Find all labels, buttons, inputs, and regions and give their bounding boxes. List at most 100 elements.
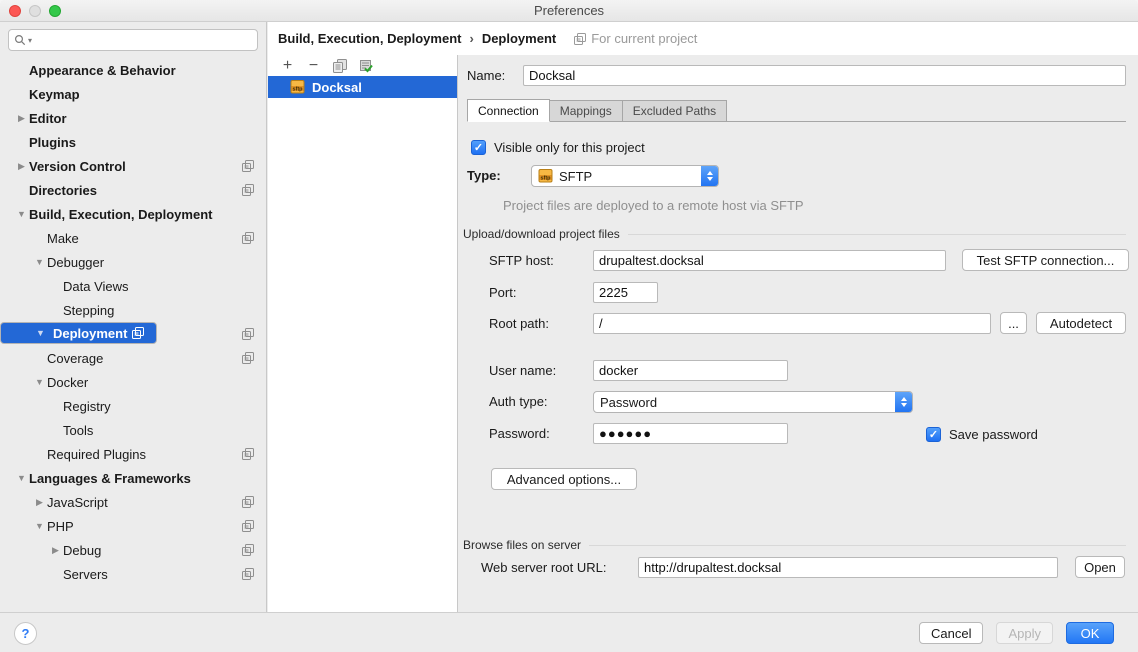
cancel-button[interactable]: Cancel: [919, 622, 983, 644]
scope-label: For current project: [591, 31, 697, 46]
chevron-collapsed-icon[interactable]: ▶: [14, 113, 29, 124]
use-as-default-icon[interactable]: [358, 58, 373, 73]
sidebar-item-debugger[interactable]: ▼Debugger: [0, 250, 266, 274]
save-password-checkbox[interactable]: ✓: [926, 427, 941, 442]
autodetect-button[interactable]: Autodetect: [1036, 312, 1126, 334]
advanced-options-button[interactable]: Advanced options...: [491, 468, 637, 490]
auth-type-label: Auth type:: [489, 391, 548, 413]
remove-server-icon[interactable]: −: [306, 58, 321, 73]
project-settings-icon: [242, 160, 254, 172]
sidebar-item-required-plugins[interactable]: Required Plugins: [0, 442, 266, 466]
type-select[interactable]: sftp SFTP: [531, 165, 719, 187]
upload-section-header: Upload/download project files: [463, 227, 1126, 241]
chevron-expanded-icon[interactable]: ▼: [14, 209, 29, 219]
root-path-input[interactable]: [593, 313, 991, 334]
sidebar-item-keymap[interactable]: Keymap: [0, 82, 266, 106]
sidebar-item-appearance-behavior[interactable]: Appearance & Behavior: [0, 58, 266, 82]
test-sftp-connection-button[interactable]: Test SFTP connection...: [962, 249, 1129, 271]
sftp-file-icon: sftp: [290, 80, 306, 94]
web-root-url-label: Web server root URL:: [481, 557, 606, 579]
chevron-expanded-icon[interactable]: ▼: [14, 473, 29, 483]
chevron-collapsed-icon[interactable]: ▶: [32, 497, 47, 508]
sidebar-item-build-execution-deployment[interactable]: ▼Build, Execution, Deployment: [0, 202, 266, 226]
chevron-expanded-icon[interactable]: ▼: [33, 328, 48, 338]
add-server-icon[interactable]: +: [280, 58, 295, 73]
visible-only-label: Visible only for this project: [494, 140, 645, 155]
user-name-input[interactable]: [593, 360, 788, 381]
chevron-collapsed-icon[interactable]: ▶: [14, 161, 29, 172]
sidebar-item-debug[interactable]: ▶Debug: [0, 538, 266, 562]
copy-server-icon[interactable]: [332, 58, 347, 73]
search-icon: [14, 34, 27, 47]
sidebar-item-coverage[interactable]: Coverage: [0, 346, 266, 370]
sidebar-item-deployment[interactable]: ▼Deployment: [0, 322, 157, 344]
section-rule: [628, 234, 1126, 235]
sidebar-item-editor[interactable]: ▶Editor: [0, 106, 266, 130]
auth-type-select[interactable]: Password: [593, 391, 913, 413]
scope-indicator: For current project: [574, 31, 697, 46]
checkmark-icon: ✓: [474, 141, 483, 154]
sidebar-item-make[interactable]: Make: [0, 226, 266, 250]
browse-root-path-button[interactable]: ...: [1000, 312, 1027, 334]
sidebar-item-directories[interactable]: Directories: [0, 178, 266, 202]
sidebar-item-registry[interactable]: Registry: [0, 394, 266, 418]
titlebar: Preferences: [0, 0, 1138, 22]
server-list-item-docksal[interactable]: sftp Docksal: [268, 76, 457, 98]
web-root-url-input[interactable]: [638, 557, 1058, 578]
sidebar-item-version-control[interactable]: ▶Version Control: [0, 154, 266, 178]
chevron-collapsed-icon[interactable]: ▶: [48, 545, 63, 556]
chevron-expanded-icon[interactable]: ▼: [32, 377, 47, 387]
dialog-footer: ? Cancel Apply OK: [0, 612, 1138, 652]
tab-mappings[interactable]: Mappings: [549, 100, 623, 121]
visible-only-checkbox-row: ✓ Visible only for this project: [471, 138, 645, 156]
settings-search[interactable]: ▾: [8, 29, 258, 51]
port-label: Port:: [489, 282, 516, 304]
sidebar-item-languages-frameworks[interactable]: ▼Languages & Frameworks: [0, 466, 266, 490]
search-input[interactable]: [33, 32, 252, 49]
help-button[interactable]: ?: [14, 622, 37, 645]
password-input[interactable]: [593, 423, 788, 444]
name-label: Name:: [467, 65, 505, 87]
window-title: Preferences: [0, 0, 1138, 22]
name-input[interactable]: [523, 65, 1126, 86]
sidebar-item-servers[interactable]: Servers: [0, 562, 266, 586]
question-mark-icon: ?: [22, 626, 30, 641]
project-settings-icon: [242, 496, 254, 508]
ok-button[interactable]: OK: [1066, 622, 1114, 644]
server-name: Docksal: [312, 80, 362, 95]
project-settings-icon: [132, 327, 144, 339]
project-settings-icon: [242, 184, 254, 196]
type-select-value: SFTP: [559, 169, 592, 184]
server-list-panel: + − sftp Docksal: [268, 55, 458, 612]
sftp-host-input[interactable]: [593, 250, 946, 271]
tab-excluded-paths[interactable]: Excluded Paths: [622, 100, 727, 121]
visible-only-checkbox[interactable]: ✓: [471, 140, 486, 155]
sidebar-item-stepping[interactable]: Stepping: [0, 298, 266, 322]
settings-tree: Appearance & Behavior Keymap ▶Editor Plu…: [0, 58, 266, 612]
sidebar-item-tools[interactable]: Tools: [0, 418, 266, 442]
dropdown-arrows-icon[interactable]: [895, 392, 912, 412]
project-settings-icon: [242, 568, 254, 580]
sidebar-item-docker[interactable]: ▼Docker: [0, 370, 266, 394]
tab-connection[interactable]: Connection: [467, 99, 550, 122]
sidebar-item-data-views[interactable]: Data Views: [0, 274, 266, 298]
server-list-toolbar: + −: [268, 55, 457, 76]
type-help-text: Project files are deployed to a remote h…: [503, 195, 804, 217]
root-path-label: Root path:: [489, 313, 549, 335]
settings-sidebar: ▾ Appearance & Behavior Keymap ▶Editor P…: [0, 22, 267, 612]
project-settings-icon: [242, 232, 254, 244]
sidebar-item-javascript[interactable]: ▶JavaScript: [0, 490, 266, 514]
settings-tabs: Connection Mappings Excluded Paths: [467, 99, 1126, 122]
open-url-button[interactable]: Open: [1075, 556, 1125, 578]
port-input[interactable]: [593, 282, 658, 303]
breadcrumb-section[interactable]: Build, Execution, Deployment: [278, 31, 461, 46]
chevron-expanded-icon[interactable]: ▼: [32, 521, 47, 531]
sidebar-item-php[interactable]: ▼PHP: [0, 514, 266, 538]
project-settings-icon: [242, 328, 254, 340]
sidebar-item-plugins[interactable]: Plugins: [0, 130, 266, 154]
project-settings-icon: [242, 520, 254, 532]
chevron-expanded-icon[interactable]: ▼: [32, 257, 47, 267]
project-settings-icon: [574, 33, 586, 45]
search-filter-caret-icon[interactable]: ▾: [28, 36, 32, 45]
dropdown-arrows-icon[interactable]: [701, 166, 718, 186]
